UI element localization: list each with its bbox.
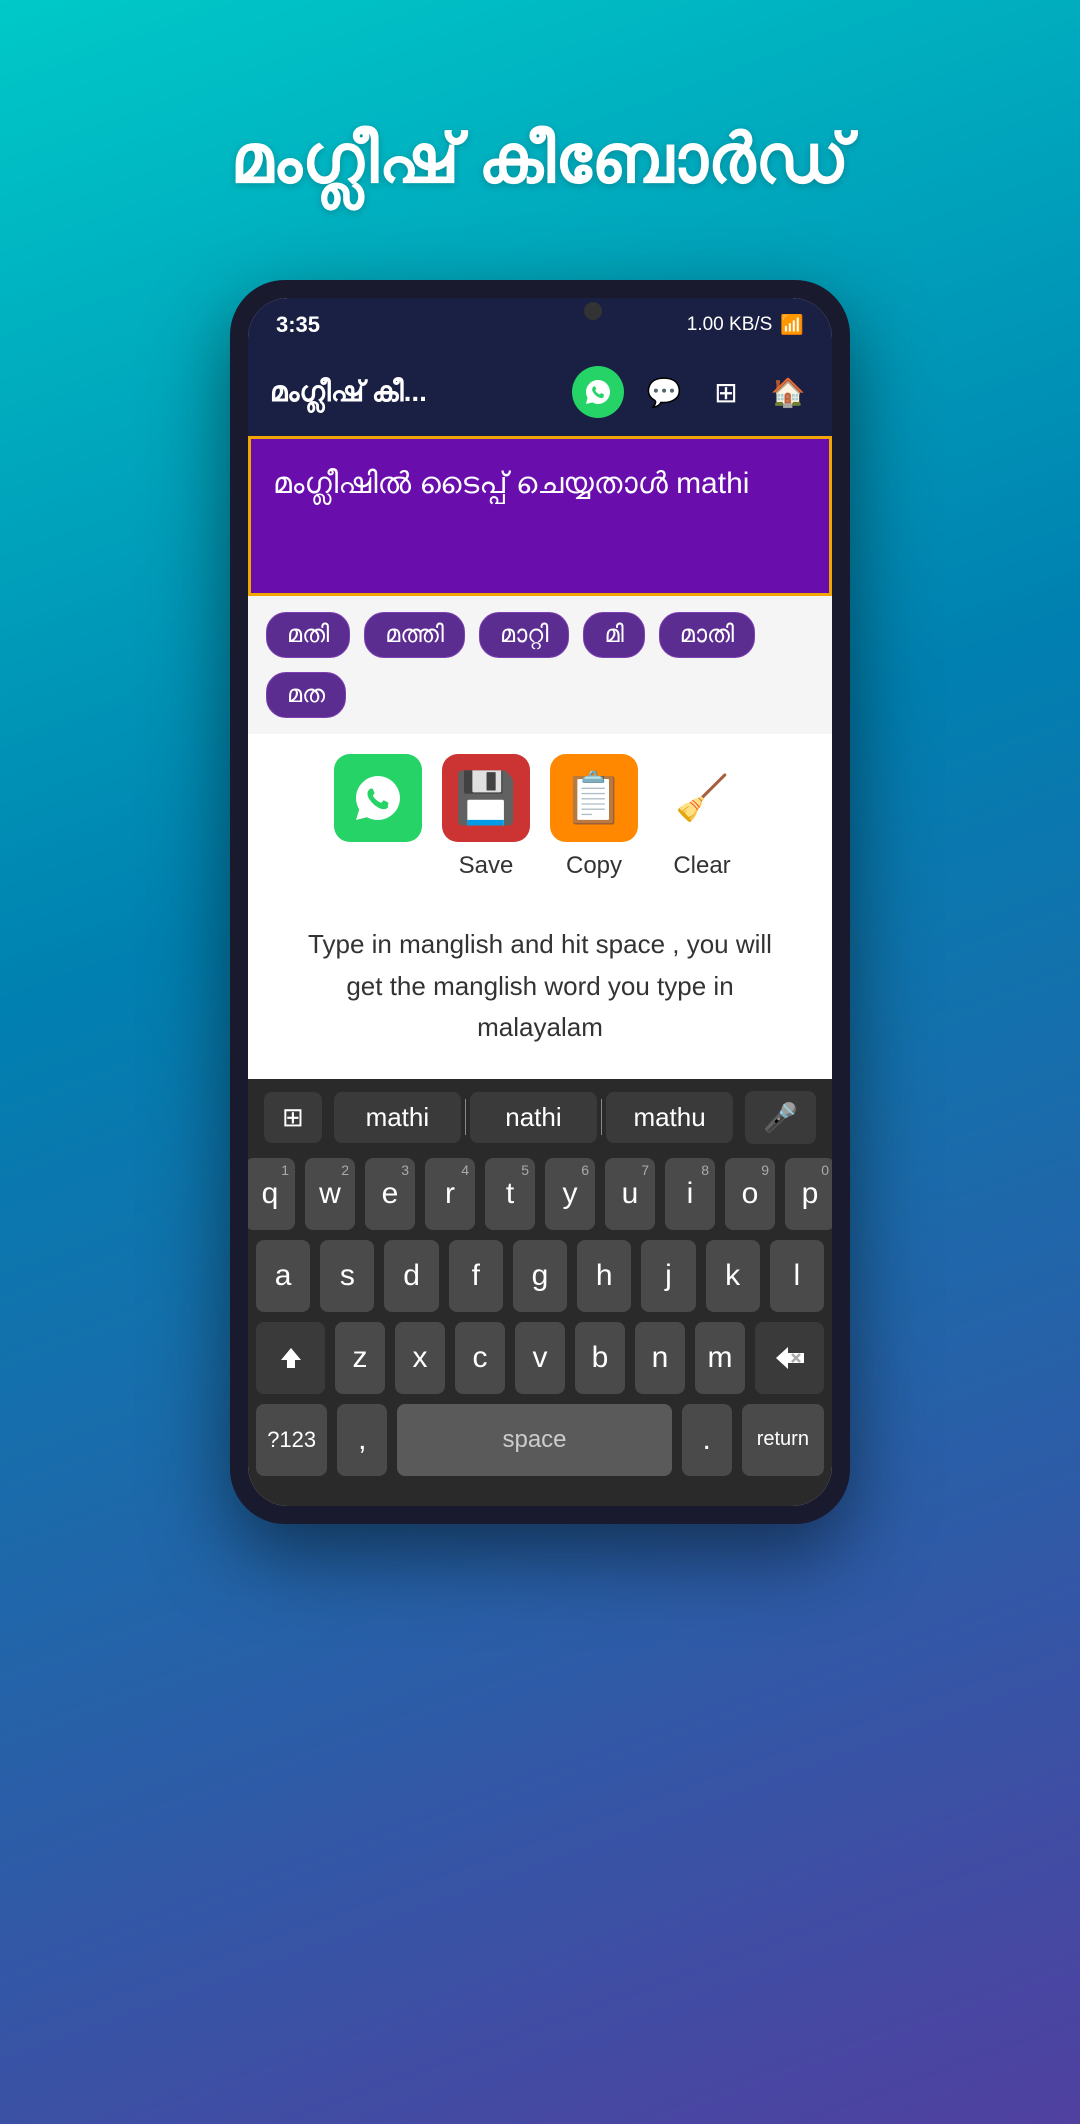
- key-y[interactable]: y6: [545, 1158, 595, 1230]
- key-symbols[interactable]: ?123: [256, 1404, 327, 1476]
- key-n[interactable]: n: [635, 1322, 685, 1394]
- text-display-area[interactable]: മംഗ്ലീഷിൽ ടൈപ്പ് ചെയ്യതാൾ mathi: [248, 436, 832, 596]
- key-o[interactable]: o9: [725, 1158, 775, 1230]
- clear-label: Clear: [673, 852, 730, 880]
- key-s[interactable]: s: [320, 1240, 374, 1312]
- kb-suggest-mathu[interactable]: mathu: [606, 1092, 733, 1143]
- signal-icon: 📶: [780, 313, 804, 337]
- word-suggestions: മതി മത്തി മാറ്റി മി മാതി മത: [248, 596, 832, 734]
- suggestion-chip[interactable]: മാതി: [659, 612, 755, 658]
- keyboard-row-1: q1 w2 e3 r4 t5 y6 u7 i8 o9 p0: [256, 1158, 824, 1230]
- keyboard-row-3: z x c v b n m: [256, 1322, 824, 1394]
- info-text: Type in manglish and hit space , you wil…: [248, 904, 832, 1079]
- keyboard-grid-icon[interactable]: ⊞: [264, 1092, 322, 1143]
- network-speed: 1.00 KB/S: [687, 314, 773, 336]
- copy-label: Copy: [566, 852, 622, 880]
- clear-button[interactable]: 🧹 Clear: [658, 754, 746, 880]
- keyboard-mic-icon[interactable]: 🎤: [745, 1091, 816, 1144]
- shift-key[interactable]: [256, 1322, 325, 1394]
- copy-icon: 📋: [550, 754, 638, 842]
- key-d[interactable]: d: [384, 1240, 438, 1312]
- action-buttons: 💾 Save 📋 Copy 🧹 Clear: [248, 734, 832, 904]
- key-w[interactable]: w2: [305, 1158, 355, 1230]
- key-l[interactable]: l: [770, 1240, 824, 1312]
- save-label: Save: [459, 852, 514, 880]
- keyboard-row-2: a s d f g h j k l: [256, 1240, 824, 1312]
- kb-suggest-mathi[interactable]: mathi: [334, 1092, 461, 1143]
- kb-divider-2: [601, 1099, 602, 1135]
- key-v[interactable]: v: [515, 1322, 565, 1394]
- key-t[interactable]: t5: [485, 1158, 535, 1230]
- whatsapp-icon: [334, 754, 422, 842]
- key-period[interactable]: .: [682, 1404, 732, 1476]
- status-icons: 1.00 KB/S 📶: [687, 313, 804, 337]
- save-button[interactable]: 💾 Save: [442, 754, 530, 880]
- home-header-icon[interactable]: 🏠: [766, 370, 810, 414]
- suggestion-chip[interactable]: മാറ്റി: [479, 612, 569, 658]
- key-j[interactable]: j: [641, 1240, 695, 1312]
- key-u[interactable]: u7: [605, 1158, 655, 1230]
- camera-dot: [584, 302, 602, 320]
- page-title: മംഗ്ലീഷ് കീബോർഡ്: [231, 120, 850, 200]
- typed-text: മംഗ്ലീഷിൽ ടൈപ്പ് ചെയ്യതാൾ mathi: [273, 467, 749, 500]
- key-b[interactable]: b: [575, 1322, 625, 1394]
- suggestion-chip[interactable]: മത: [266, 672, 346, 718]
- key-a[interactable]: a: [256, 1240, 310, 1312]
- key-comma[interactable]: ,: [337, 1404, 387, 1476]
- key-q[interactable]: q1: [248, 1158, 295, 1230]
- suggestion-chip[interactable]: മി: [583, 612, 644, 658]
- key-p[interactable]: p0: [785, 1158, 832, 1230]
- whatsapp-button[interactable]: [334, 754, 422, 880]
- kb-suggest-nathi[interactable]: nathi: [470, 1092, 597, 1143]
- suggestion-chip[interactable]: മത്തി: [364, 612, 465, 658]
- phone-inner: 3:35 1.00 KB/S 📶 മംഗ്ലീഷ് കീ... 💬 ⊞ 🏠 മം…: [248, 298, 832, 1506]
- space-key[interactable]: space: [397, 1404, 671, 1476]
- key-m[interactable]: m: [695, 1322, 745, 1394]
- key-e[interactable]: e3: [365, 1158, 415, 1230]
- key-return[interactable]: return: [742, 1404, 824, 1476]
- app-header: മംഗ്ലീഷ് കീ... 💬 ⊞ 🏠: [248, 348, 832, 436]
- key-h[interactable]: h: [577, 1240, 631, 1312]
- key-k[interactable]: k: [706, 1240, 760, 1312]
- whatsapp-header-icon[interactable]: [572, 366, 624, 418]
- key-i[interactable]: i8: [665, 1158, 715, 1230]
- key-f[interactable]: f: [449, 1240, 503, 1312]
- key-g[interactable]: g: [513, 1240, 567, 1312]
- suggestion-chip[interactable]: മതി: [266, 612, 350, 658]
- keyboard-suggestions-row: ⊞ mathi nathi mathu 🎤: [256, 1091, 824, 1144]
- status-time: 3:35: [276, 312, 320, 338]
- app-header-title: മംഗ്ലീഷ് കീ...: [270, 376, 554, 409]
- clear-icon: 🧹: [658, 754, 746, 842]
- grid-header-icon[interactable]: ⊞: [704, 370, 748, 414]
- key-c[interactable]: c: [455, 1322, 505, 1394]
- key-r[interactable]: r4: [425, 1158, 475, 1230]
- key-x[interactable]: x: [395, 1322, 445, 1394]
- save-icon: 💾: [442, 754, 530, 842]
- message-header-icon[interactable]: 💬: [642, 370, 686, 414]
- key-z[interactable]: z: [335, 1322, 385, 1394]
- phone-shell: 3:35 1.00 KB/S 📶 മംഗ്ലീഷ് കീ... 💬 ⊞ 🏠 മം…: [230, 280, 850, 1524]
- keyboard-row-4: ?123 , space . return: [256, 1404, 824, 1476]
- backspace-key[interactable]: [755, 1322, 824, 1394]
- keyboard: ⊞ mathi nathi mathu 🎤 q1 w2 e3 r4 t5 y6 …: [248, 1079, 832, 1506]
- copy-button[interactable]: 📋 Copy: [550, 754, 638, 880]
- kb-divider-1: [465, 1099, 466, 1135]
- camera-notch: [460, 298, 620, 324]
